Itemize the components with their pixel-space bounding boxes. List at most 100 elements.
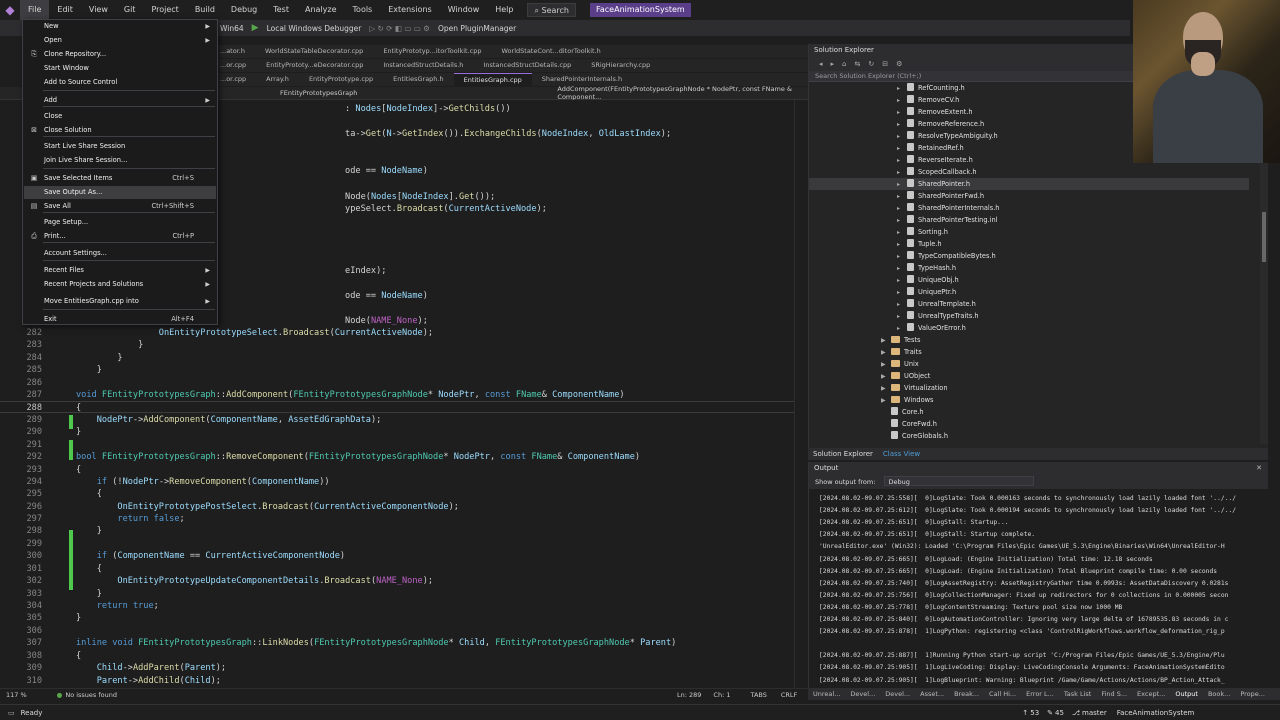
tree-file[interactable]: ▸ TypeHash.h xyxy=(809,262,1249,274)
tree-folder[interactable]: ▶ UObject xyxy=(809,370,1249,382)
tree-folder[interactable]: ▶ Virtualization xyxy=(809,382,1249,394)
tree-folder[interactable]: ▶ Unix xyxy=(809,358,1249,370)
tab-solution-explorer[interactable]: Solution Explorer xyxy=(813,450,873,458)
menu-item-clone-repository[interactable]: ⎘ Clone Repository... xyxy=(24,48,216,61)
menu-item-join-live-share-session[interactable]: Join Live Share Session... xyxy=(24,154,216,167)
menu-item-open[interactable]: Open ▶ xyxy=(24,34,216,47)
bottom-tab[interactable]: Unreal... xyxy=(813,690,840,698)
menu-test[interactable]: Test xyxy=(265,0,297,20)
menu-tools[interactable]: Tools xyxy=(345,0,381,20)
menu-item-new[interactable]: New ▶ xyxy=(24,20,216,33)
tree-file[interactable]: ▸ Tuple.h xyxy=(809,238,1249,250)
bottom-tab[interactable]: Book... xyxy=(1208,690,1230,698)
tree-file[interactable]: ▸ SharedPointerTesting.inl xyxy=(809,214,1249,226)
sync-icon[interactable]: ⇆ xyxy=(854,60,860,68)
menu-item-close[interactable]: Close xyxy=(24,110,216,123)
toolbar-icons[interactable]: ▷ ↻ ⟳ ◧ ▭ ▭ ⚙ xyxy=(369,24,430,33)
bottom-tab[interactable]: Find S... xyxy=(1101,690,1127,698)
plugin-manager-button[interactable]: Open PluginManager xyxy=(438,24,516,33)
bottom-tab[interactable]: Prope... xyxy=(1240,690,1265,698)
menu-help[interactable]: Help xyxy=(487,0,521,20)
scope-dropdown[interactable]: FEntityPrototypesGraph xyxy=(280,89,357,97)
tree-file[interactable]: ▸ SharedPointerInternals.h xyxy=(809,202,1249,214)
document-tab[interactable]: InstancedStructDetails.cpp xyxy=(473,59,581,72)
tree-file[interactable]: CoreGlobals.h xyxy=(809,430,1249,442)
repo-name[interactable]: FaceAnimationSystem xyxy=(1117,709,1195,717)
branch-name[interactable]: master xyxy=(1082,709,1107,717)
tree-folder[interactable]: ▶ Windows xyxy=(809,394,1249,406)
document-tab[interactable]: EntityPrototy...eDecorator.cpp xyxy=(256,59,373,72)
menu-item-start-window[interactable]: Start Window xyxy=(24,62,216,75)
start-debug-icon[interactable]: ▶ xyxy=(252,23,259,33)
bottom-tab[interactable]: Call Hi... xyxy=(989,690,1016,698)
menu-item-start-live-share-session[interactable]: Start Live Share Session xyxy=(24,140,216,153)
tree-folder[interactable]: ▶ Traits xyxy=(809,346,1249,358)
solution-name-badge[interactable]: FaceAnimationSystem xyxy=(590,3,691,17)
menu-item-account-settings[interactable]: Account Settings... xyxy=(24,247,216,260)
tree-file[interactable]: ▸ ValueOrError.h xyxy=(809,322,1249,334)
line-ending[interactable]: CRLF xyxy=(781,691,797,699)
document-tab[interactable]: InstancedStructDetails.h xyxy=(373,59,473,72)
tree-file[interactable]: ▸ SharedPointerFwd.h xyxy=(809,190,1249,202)
menu-item-save-output-as[interactable]: Save Output As... xyxy=(24,186,216,199)
tree-file[interactable]: ▸ UniquePtr.h xyxy=(809,286,1249,298)
tree-scrollbar-thumb[interactable] xyxy=(1262,212,1266,262)
menu-project[interactable]: Project xyxy=(143,0,186,20)
tree-file[interactable]: ▸ UnrealTypeTraits.h xyxy=(809,310,1249,322)
menu-edit[interactable]: Edit xyxy=(49,0,81,20)
search-box[interactable]: ⌕ Search xyxy=(527,3,576,17)
bottom-tab[interactable]: Output xyxy=(1175,690,1198,698)
document-tab[interactable]: WorldStateCont...ditorToolkit.h xyxy=(492,45,611,58)
bottom-tab[interactable]: Asset... xyxy=(920,690,944,698)
menu-build[interactable]: Build xyxy=(187,0,223,20)
document-tab[interactable]: EntityPrototyp...itorToolkit.cpp xyxy=(373,45,491,58)
menu-analyze[interactable]: Analyze xyxy=(297,0,345,20)
zoom-level[interactable]: 117 % xyxy=(6,691,27,699)
member-dropdown[interactable]: AddComponent(FEntityPrototypesGraphNode … xyxy=(557,85,808,101)
menu-item-save-selected-items[interactable]: ▣ Save Selected Items Ctrl+S xyxy=(24,172,216,185)
menu-item-add-to-source-control[interactable]: Add to Source Control xyxy=(24,76,216,89)
tree-file[interactable]: ▸ UnrealTemplate.h xyxy=(809,298,1249,310)
tree-file[interactable]: CoreFwd.h xyxy=(809,418,1249,430)
menu-debug[interactable]: Debug xyxy=(223,0,265,20)
tree-file[interactable]: Core.h xyxy=(809,406,1249,418)
menu-window[interactable]: Window xyxy=(440,0,488,20)
menu-item-recent-projects-and-solutions[interactable]: Recent Projects and Solutions ▶ xyxy=(24,278,216,291)
indent-mode[interactable]: TABS xyxy=(750,691,766,699)
close-icon[interactable]: ✕ xyxy=(1256,462,1262,475)
bottom-tab[interactable]: Devel... xyxy=(850,690,875,698)
menu-extensions[interactable]: Extensions xyxy=(380,0,439,20)
tree-file[interactable]: ▸ ScopedCallback.h xyxy=(809,166,1249,178)
tree-file[interactable]: ▸ TypeCompatibleBytes.h xyxy=(809,250,1249,262)
tree-file[interactable]: ▸ SharedPointer.h xyxy=(809,178,1249,190)
document-tab[interactable]: EntitiesGraph.cpp xyxy=(453,73,532,86)
debugger-button[interactable]: Local Windows Debugger xyxy=(267,24,362,33)
home-icon[interactable]: ⌂ xyxy=(842,60,846,68)
settings-icon[interactable]: ⚙ xyxy=(896,60,902,68)
menu-item-exit[interactable]: Exit Alt+F4 xyxy=(24,313,216,326)
output-source-dropdown[interactable]: Debug xyxy=(883,476,1034,486)
document-tab[interactable]: EntitiesGraph.h xyxy=(383,73,453,86)
menu-item-move-entitiesgraph-cpp-into[interactable]: Move EntitiesGraph.cpp into ▶ xyxy=(24,295,216,308)
menu-item-recent-files[interactable]: Recent Files ▶ xyxy=(24,264,216,277)
tree-folder[interactable]: ▶ Tests xyxy=(809,334,1249,346)
forward-icon[interactable]: ▸ xyxy=(831,60,835,68)
visual-studio-logo-icon[interactable]: ◆ xyxy=(0,0,20,20)
document-tab[interactable]: EntityPrototype.cpp xyxy=(299,73,383,86)
collapse-icon[interactable]: ⊟ xyxy=(882,60,888,68)
tree-file[interactable]: ▸ UniqueObj.h xyxy=(809,274,1249,286)
output-log[interactable]: [2024.08.02-09.07.25:558][ 0]LogSlate: T… xyxy=(809,489,1268,688)
menu-git[interactable]: Git xyxy=(116,0,144,20)
bottom-tab[interactable]: Task List xyxy=(1064,690,1091,698)
back-icon[interactable]: ◂ xyxy=(819,60,823,68)
issues-status[interactable]: No issues found xyxy=(65,691,117,699)
bottom-tab[interactable]: Error L... xyxy=(1026,690,1054,698)
bottom-tab[interactable]: Break... xyxy=(954,690,979,698)
changes-count[interactable]: 45 xyxy=(1055,709,1064,717)
platform-dropdown[interactable]: Win64 xyxy=(220,24,244,33)
menu-file[interactable]: File xyxy=(20,0,50,20)
tab-class-view[interactable]: Class View xyxy=(883,450,920,458)
document-tab[interactable]: WorldStateTableDecorator.cpp xyxy=(255,45,373,58)
editor-scrollbar[interactable] xyxy=(794,100,804,688)
bottom-tab[interactable]: Except... xyxy=(1137,690,1165,698)
